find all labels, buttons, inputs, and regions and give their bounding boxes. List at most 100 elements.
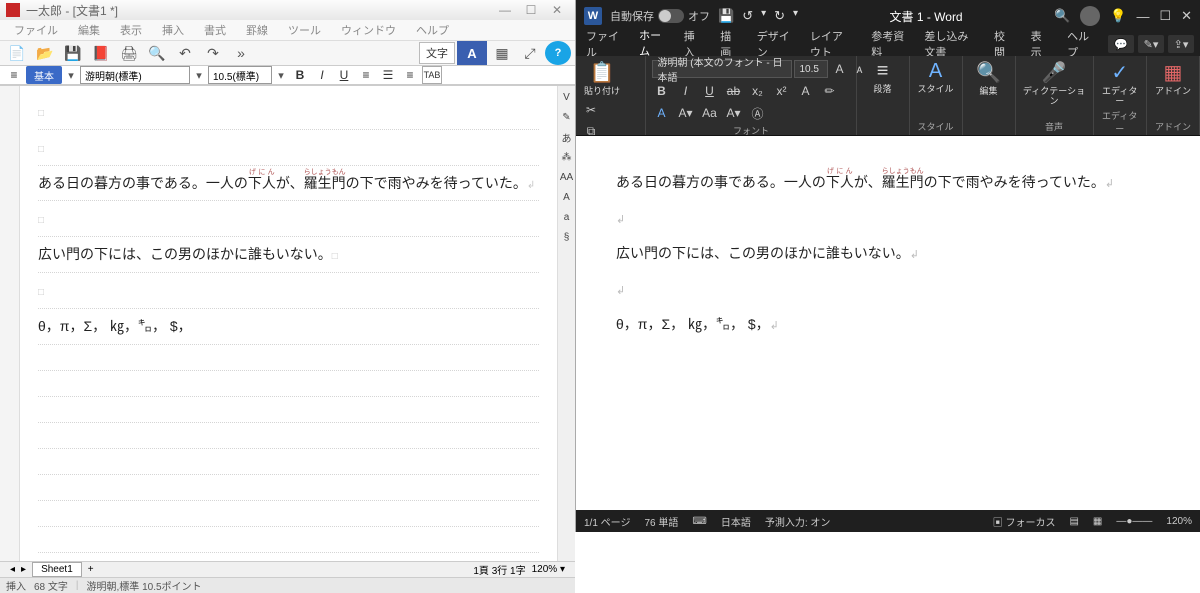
notif-icon[interactable]: 💡 — [1110, 8, 1126, 24]
preview-icon[interactable]: 🔍 — [144, 41, 170, 65]
search-icon[interactable]: 🔍 — [1054, 8, 1070, 24]
page[interactable]: □ □ ある日の暮方の事である。一人の下人げにんが、羅生門らしょうもんの下で雨や… — [20, 86, 557, 561]
font-A-button[interactable]: A — [457, 41, 487, 65]
bold-button[interactable]: B — [290, 66, 310, 84]
style-dropdown-icon[interactable]: ▾ — [64, 69, 78, 82]
enclose-icon[interactable]: Ⓐ — [748, 104, 766, 122]
subscript-button[interactable]: x₂ — [748, 82, 766, 100]
font-size-combo[interactable]: 10.5 — [794, 60, 828, 78]
word-count[interactable]: 76 単語 — [644, 514, 678, 529]
size-combo[interactable]: 10.5(標準) — [208, 66, 272, 84]
view-print-icon[interactable]: ▤ — [1069, 516, 1078, 527]
highlight-icon[interactable]: ✏ — [820, 82, 838, 100]
italic-button[interactable]: I — [312, 66, 332, 84]
editing-button[interactable]: 🔍編集 — [969, 60, 1009, 97]
side-icon[interactable]: あ — [560, 130, 574, 144]
bold-button[interactable]: B — [652, 82, 670, 100]
menu-format[interactable]: 書式 — [194, 20, 236, 40]
cut-icon[interactable]: ✂ — [582, 101, 600, 119]
document-area[interactable]: ある日の暮方の事である。一人の下人げにんが、羅生門らしょうもんの下で雨やみを待っ… — [576, 136, 1200, 510]
edit-button[interactable]: ✎▾ — [1138, 35, 1164, 53]
menu-rule[interactable]: 罫線 — [236, 20, 278, 40]
open-icon[interactable]: 📂 — [32, 41, 58, 65]
editor-button[interactable]: ✓エディター — [1100, 60, 1140, 107]
styles-button[interactable]: Aスタイル — [916, 60, 956, 95]
text-mode-button[interactable]: 文字 — [419, 42, 455, 64]
font-combo[interactable]: 游明朝(標準) — [80, 66, 190, 84]
underline-button[interactable]: U — [700, 82, 718, 100]
underline-button[interactable]: U — [334, 66, 354, 84]
undo-icon[interactable]: ↶ — [172, 41, 198, 65]
italic-button[interactable]: I — [676, 82, 694, 100]
menu-tools[interactable]: ツール — [278, 20, 331, 40]
change-case-icon[interactable]: Aa — [700, 104, 718, 122]
tab-button[interactable]: TAB — [422, 66, 442, 84]
char-border-icon[interactable]: A▾ — [724, 104, 742, 122]
new-doc-icon[interactable]: 📄 — [4, 41, 30, 65]
save-icon[interactable]: 💾 — [60, 41, 86, 65]
pdf-icon[interactable]: 📕 — [88, 41, 114, 65]
font-color-icon[interactable]: A — [652, 104, 670, 122]
strike-button[interactable]: ab — [724, 82, 742, 100]
zoom-control[interactable]: 120% ▾ — [532, 564, 565, 575]
view-web-icon[interactable]: ▦ — [1093, 516, 1102, 527]
align-right-icon[interactable]: ≡ — [400, 66, 420, 84]
size-dropdown-icon[interactable]: ▾ — [274, 69, 288, 82]
menu-file[interactable]: ファイル — [4, 20, 68, 40]
superscript-button[interactable]: x² — [772, 82, 790, 100]
autosave-toggle[interactable]: 自動保存 オフ — [610, 8, 710, 24]
paragraph-button[interactable]: ≡段落 — [863, 60, 903, 95]
zoom-slider[interactable]: ―●―― — [1116, 516, 1152, 527]
side-icon[interactable]: ✎ — [560, 110, 574, 124]
side-icon[interactable]: V — [560, 90, 574, 104]
dictation-button[interactable]: 🎤ディクテーション — [1022, 60, 1087, 107]
close-button[interactable]: ✕ — [545, 0, 569, 20]
print-icon[interactable]: 🖨 — [116, 41, 142, 65]
maximize-button[interactable]: ☐ — [519, 0, 543, 20]
account-icon[interactable] — [1080, 6, 1100, 26]
lang-icon[interactable]: ⌨ — [692, 516, 706, 527]
text-effects-icon[interactable]: A — [796, 82, 814, 100]
side-icon[interactable]: ⁂ — [560, 150, 574, 164]
zoom-level[interactable]: 120% — [1166, 516, 1192, 527]
scroll-left-icon[interactable]: ◂ — [10, 564, 15, 575]
clear-format-icon[interactable]: A▾ — [676, 104, 694, 122]
addins-button[interactable]: ▦アドイン — [1153, 60, 1193, 97]
grow-font-icon[interactable]: A — [830, 60, 848, 78]
side-icon[interactable]: a — [560, 210, 574, 224]
scroll-right-icon[interactable]: ▸ — [21, 564, 26, 575]
sheet-tab[interactable]: Sheet1 — [32, 562, 82, 577]
expand-icon[interactable]: ⤢ — [517, 41, 543, 65]
menu-insert[interactable]: 挿入 — [152, 20, 194, 40]
more-icon[interactable]: » — [228, 41, 254, 65]
minimize-button[interactable]: — — [1136, 9, 1149, 24]
menu-window[interactable]: ウィンドウ — [331, 20, 406, 40]
font-name-combo[interactable]: 游明朝 (本文のフォント - 日本語 — [652, 60, 792, 78]
redo-icon[interactable]: ↷ — [200, 41, 226, 65]
add-sheet-button[interactable]: + — [88, 564, 94, 575]
grid-icon[interactable]: ▦ — [489, 41, 515, 65]
font-dropdown-icon[interactable]: ▾ — [192, 69, 206, 82]
help-button[interactable]: ? — [545, 41, 571, 65]
align-center-icon[interactable]: ☰ — [378, 66, 398, 84]
align-left-icon[interactable]: ≡ — [356, 66, 376, 84]
align-icon[interactable]: ≡ — [4, 66, 24, 84]
menu-edit[interactable]: 編集 — [68, 20, 110, 40]
comments-button[interactable]: 💬 — [1108, 35, 1134, 53]
menu-help[interactable]: ヘルプ — [406, 20, 459, 40]
language[interactable]: 日本語 — [721, 514, 751, 529]
insert-mode[interactable]: 挿入 — [6, 578, 26, 593]
menu-view[interactable]: 表示 — [110, 20, 152, 40]
page-count[interactable]: 1/1 ページ — [584, 514, 630, 529]
share-button[interactable]: ⇪▾ — [1168, 35, 1194, 53]
style-pill[interactable]: 基本 — [26, 66, 62, 84]
maximize-button[interactable]: ☐ — [1159, 8, 1171, 24]
side-icon[interactable]: § — [560, 230, 574, 244]
paste-button[interactable]: 📋 貼り付け — [582, 60, 622, 97]
focus-mode[interactable]: ▣ フォーカス — [993, 514, 1056, 529]
predictive-input[interactable]: 予測入力: オン — [765, 514, 831, 529]
save-icon[interactable]: 💾 — [718, 8, 734, 24]
side-icon[interactable]: AA — [560, 170, 574, 184]
minimize-button[interactable]: — — [493, 0, 517, 20]
close-button[interactable]: ✕ — [1181, 8, 1192, 24]
